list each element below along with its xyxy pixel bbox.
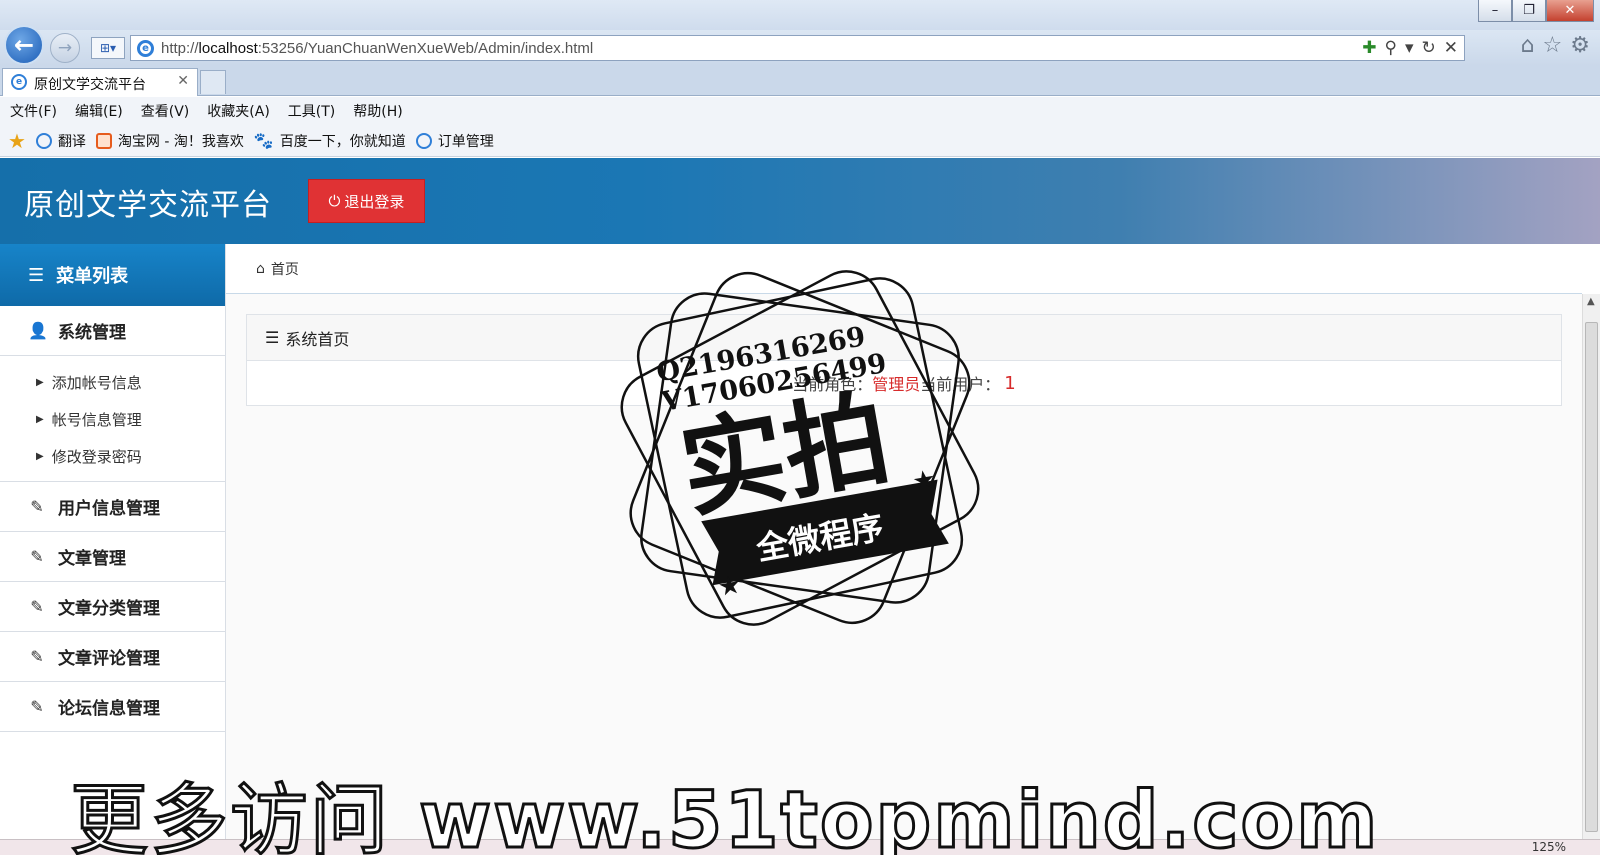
edit-icon: ✎ (30, 647, 44, 666)
dropdown-icon[interactable]: ▾ (1405, 38, 1414, 58)
scroll-up-icon[interactable]: ▲ (1587, 296, 1595, 307)
edit-icon: ✎ (30, 697, 44, 716)
favorite-orders[interactable]: 订单管理 (415, 131, 494, 151)
sidebar-group-articles[interactable]: ✎ 文章管理 (0, 532, 225, 582)
status-bar: 125% (0, 839, 1600, 855)
panel-title: 系统首页 (285, 329, 350, 349)
taobao-icon (95, 132, 112, 149)
url-text[interactable]: http://localhost:53256/YuanChuanWenXueWe… (161, 40, 593, 57)
tab-close-icon[interactable]: ✕ (177, 73, 189, 89)
logout-label: 退出登录 (344, 192, 405, 211)
new-tab-button[interactable] (200, 70, 226, 94)
panel-body: 当前角色： 管理员 当前用户： 1 (247, 361, 1561, 405)
app-header: 原创文学交流平台 ⏻ 退出登录 (0, 158, 1600, 244)
zoom-level[interactable]: 125% (1532, 840, 1566, 854)
restore-button[interactable]: ❐ (1512, 0, 1546, 22)
role-value: 管理员 (872, 375, 921, 394)
minimize-button[interactable]: – (1478, 0, 1512, 22)
app-title: 原创文学交流平台 (24, 188, 272, 223)
sidebar-group-comments[interactable]: ✎ 文章评论管理 (0, 632, 225, 682)
tab-strip: e 原创文学交流平台 ✕ (0, 66, 1600, 96)
tab-ie-icon: e (11, 74, 27, 90)
list-icon: ☰ (28, 264, 45, 286)
forward-button[interactable]: → (50, 33, 80, 63)
role-label: 当前角色： (792, 375, 873, 394)
star-icon[interactable]: ☆ (1543, 33, 1563, 58)
menu-file[interactable]: 文件(F) (10, 101, 57, 121)
caret-right-icon: ▶ (36, 377, 44, 388)
menu-view[interactable]: 查看(V) (141, 101, 190, 121)
back-button[interactable]: ← (4, 25, 44, 65)
sidebar-item-change-password[interactable]: ▶ 修改登录密码 (0, 438, 225, 475)
caret-right-icon: ▶ (36, 414, 44, 425)
browser-tools: ⌂ ☆ ⚙ (1521, 33, 1590, 58)
sidebar-group-users[interactable]: ✎ 用户信息管理 (0, 482, 225, 532)
edit-icon: ✎ (30, 497, 44, 516)
logout-button[interactable]: ⏻ 退出登录 (308, 179, 425, 223)
favorite-taobao[interactable]: 淘宝网 - 淘！我喜欢 (95, 131, 244, 151)
address-toolbar: ← → ⊞▾ e http://localhost:53256/YuanChua… (0, 25, 1600, 66)
menu-help[interactable]: 帮助(H) (353, 101, 402, 121)
baidu-paw-icon: 🐾 (253, 131, 274, 150)
breadcrumb: ⌂ 首页 (226, 244, 1582, 294)
address-bar[interactable]: e http://localhost:53256/YuanChuanWenXue… (130, 35, 1465, 61)
gear-icon[interactable]: ⚙ (1570, 33, 1590, 58)
sidebar: ☰ 菜单列表 👤 系统管理 ▶ 添加帐号信息 ▶ 帐号信息管理 ▶ 修改登录密码… (0, 244, 226, 839)
favorite-baidu[interactable]: 🐾 百度一下，你就知道 (254, 131, 406, 151)
sidebar-item-add-account[interactable]: ▶ 添加帐号信息 (0, 364, 225, 401)
sidebar-group-forum[interactable]: ✎ 论坛信息管理 (0, 682, 225, 732)
address-tools: ✚ ⚲ ▾ ↻ ✕ (1362, 38, 1458, 58)
panel-heading: ☰ 系统首页 (247, 315, 1561, 361)
window-controls: – ❐ ✕ (1478, 0, 1594, 22)
sidebar-group-system[interactable]: 👤 系统管理 (0, 306, 225, 356)
user-icon: 👤 (28, 321, 48, 340)
sidebar-item-account-manage[interactable]: ▶ 帐号信息管理 (0, 401, 225, 438)
favorites-star-icon[interactable]: ★ (8, 129, 26, 153)
user-label: 当前用户： (920, 375, 1001, 394)
edit-icon: ✎ (30, 547, 44, 566)
list-icon: ☰ (265, 328, 280, 347)
menu-favorites[interactable]: 收藏夹(A) (207, 101, 270, 121)
ie-page-icon: e (137, 40, 154, 57)
close-window-button[interactable]: ✕ (1546, 0, 1594, 22)
scroll-thumb[interactable] (1585, 322, 1598, 832)
user-value: 1 (1004, 372, 1016, 394)
refresh-icon[interactable]: ↻ (1422, 38, 1436, 58)
home-icon: ⌂ (256, 260, 265, 277)
favorite-translate[interactable]: 翻译 (35, 131, 86, 151)
home-icon[interactable]: ⌂ (1521, 33, 1535, 58)
dashboard-panel: ☰ 系统首页 当前角色： 管理员 当前用户： 1 (246, 314, 1562, 406)
page-scrollbar[interactable]: ▲ (1582, 294, 1600, 839)
forward-arrow-icon: → (57, 38, 73, 58)
caret-right-icon: ▶ (36, 451, 44, 462)
sidebar-submenu-system: ▶ 添加帐号信息 ▶ 帐号信息管理 ▶ 修改登录密码 (0, 356, 225, 482)
power-icon: ⏻ (328, 192, 341, 210)
breadcrumb-home[interactable]: 首页 (271, 259, 299, 279)
compat-icon[interactable]: ✚ (1362, 38, 1376, 58)
back-arrow-icon: ← (13, 31, 35, 59)
menu-edit[interactable]: 编辑(E) (75, 101, 123, 121)
tab-title: 原创文学交流平台 (34, 77, 146, 93)
search-icon[interactable]: ⚲ (1385, 38, 1397, 58)
edit-icon: ✎ (30, 597, 44, 616)
sidebar-group-categories[interactable]: ✎ 文章分类管理 (0, 582, 225, 632)
favorites-bar: ★ 翻译 淘宝网 - 淘！我喜欢 🐾 百度一下，你就知道 订单管理 (0, 125, 1600, 157)
ie-icon (35, 132, 52, 149)
sidebar-heading: ☰ 菜单列表 (0, 244, 225, 306)
menu-bar: 文件(F) 编辑(E) 查看(V) 收藏夹(A) 工具(T) 帮助(H) (0, 97, 1600, 125)
compat-view-button[interactable]: ⊞▾ (91, 37, 125, 59)
stop-icon[interactable]: ✕ (1444, 38, 1458, 58)
ie-icon (415, 132, 432, 149)
window-titlebar: – ❐ ✕ (0, 0, 1600, 30)
tab-active[interactable]: e 原创文学交流平台 ✕ (2, 68, 198, 96)
menu-tools[interactable]: 工具(T) (288, 101, 335, 121)
main-content: ⌂ 首页 ☰ 系统首页 当前角色： 管理员 当前用户： 1 (226, 244, 1582, 839)
